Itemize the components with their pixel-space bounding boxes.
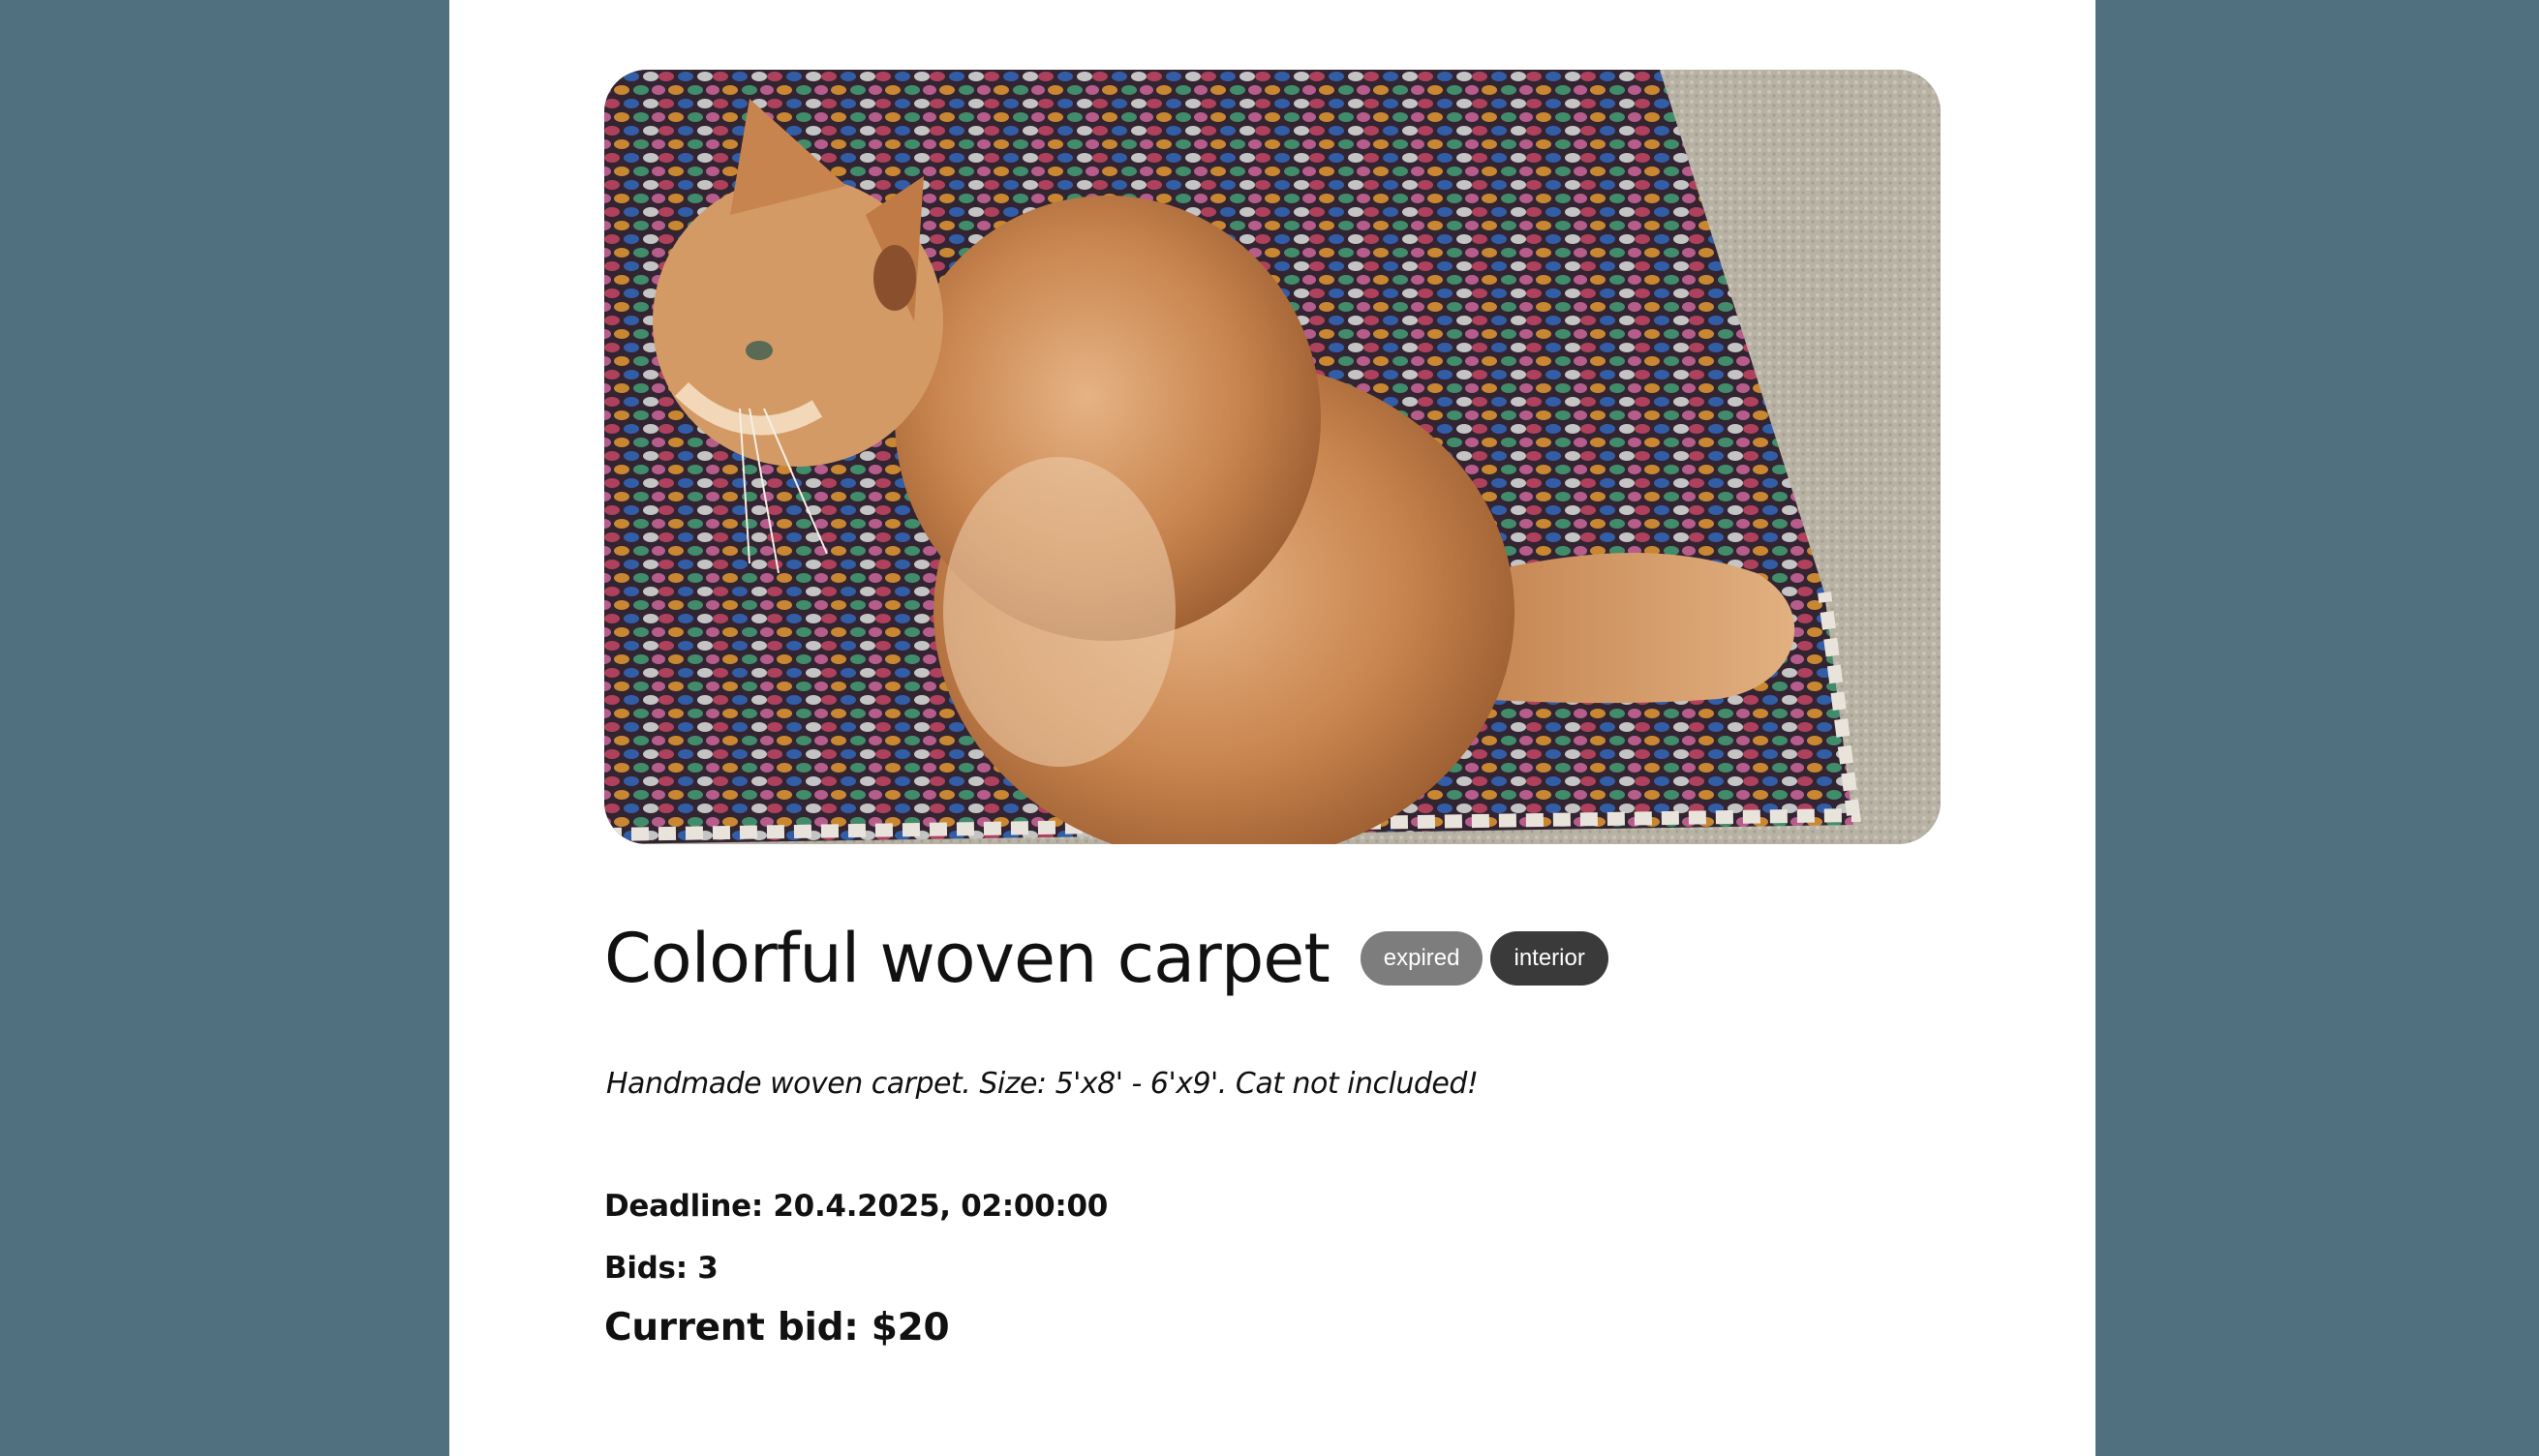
item-title: Colorful woven carpet [604,919,1331,998]
tag-expired: expired [1360,931,1484,986]
title-row: Colorful woven carpet expired interior [604,918,1941,999]
item-content: Colorful woven carpet expired interior H… [604,70,1941,1351]
tag-interior: interior [1490,931,1608,986]
item-description: Handmade woven carpet. Size: 5'x8' - 6'x… [606,1067,1479,1101]
tag-list: expired interior [1360,931,1608,986]
auction-info: Deadline: 20.4.2025, 02:00:00 Bids: 3 Cu… [604,1187,1941,1351]
item-photo [604,70,1941,844]
current-bid: Current bid: $20 [604,1306,950,1350]
item-detail-panel: Colorful woven carpet expired interior H… [449,0,2095,1456]
deadline: Deadline: 20.4.2025, 02:00:00 [604,1189,1109,1224]
bid-count: Bids: 3 [604,1251,719,1286]
